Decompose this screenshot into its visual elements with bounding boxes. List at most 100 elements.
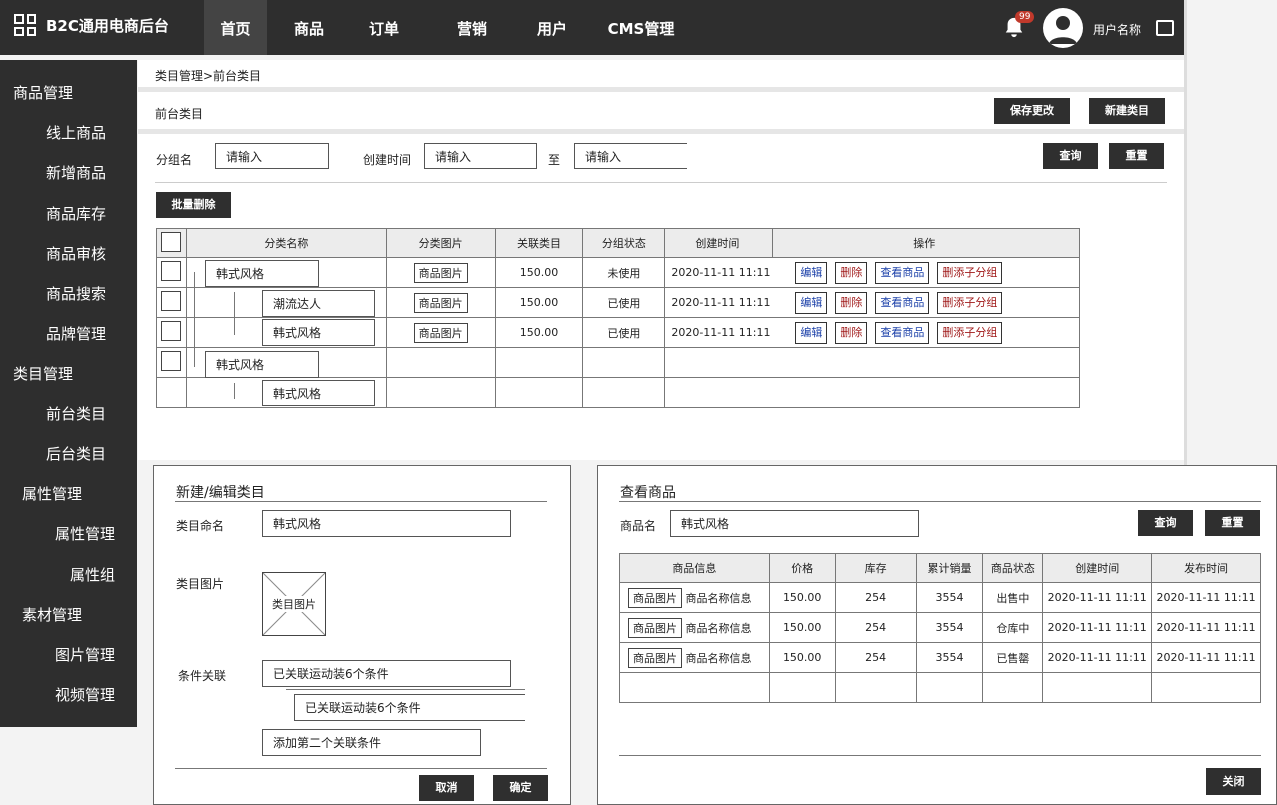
time-to-input[interactable]: 请输入 [574,143,687,169]
nav-orders[interactable]: 订单 [351,0,417,55]
price-cell: 150.00 [768,612,836,643]
delete-button[interactable]: 删除 [835,321,868,344]
top-bar: B2C通用电商后台 首页 商品 订单 营销 用户 CMS管理 99 用户名称 [0,0,1184,55]
logout-icon[interactable] [1156,20,1174,36]
created-time: 2020-11-11 11:11 [671,325,771,339]
table-row[interactable]: 商品图片 商品名称信息 150.00 254 3554 仓库中 2020-11-… [619,612,1261,643]
nav-users[interactable]: 用户 [527,0,577,55]
group-input[interactable]: 请输入 [215,143,329,169]
product-name-input[interactable]: 韩式风格 [670,510,919,537]
sidebar-item-brand[interactable]: 品牌管理 [46,323,106,344]
status-cell: 已售罄 [982,642,1044,673]
table-row [619,672,1261,703]
sidebar-item-stock[interactable]: 商品库存 [46,203,106,224]
nav-products[interactable]: 商品 [267,0,351,55]
condition-field[interactable]: 已关联运动装6个条件 [294,694,525,721]
category-name-field[interactable]: 韩式风格 [262,380,375,406]
nav-marketing[interactable]: 营销 [417,0,527,55]
row-checkbox[interactable] [161,261,182,281]
col-header: 价格 [768,553,836,583]
edit-button[interactable]: 编辑 [795,291,828,314]
edit-button[interactable]: 编辑 [795,261,828,284]
batch-delete-button[interactable]: 批量删除 [156,192,231,218]
group-label: 分组名 [156,153,193,167]
sidebar-item-videos[interactable]: 视频管理 [55,684,115,705]
sidebar-item-attributes[interactable]: 属性管理 [55,523,115,544]
empty-cell [1042,672,1153,703]
query-button[interactable]: 查询 [1138,510,1193,536]
subgroup-button[interactable]: 删添子分组 [937,321,1003,344]
delete-button[interactable]: 删除 [835,261,868,284]
product-image: 商品图片 [413,292,468,313]
sidebar-item-images[interactable]: 图片管理 [55,644,115,665]
sidebar: 商品管理 线上商品 新增商品 商品库存 商品审核 商品搜索 品牌管理 类目管理 … [0,60,137,727]
category-name-field[interactable]: 韩式风格 [262,319,375,346]
confirm-button[interactable]: 确定 [493,775,548,801]
view-products-button[interactable]: 查看商品 [875,291,930,314]
image-placeholder-text: 类目图片 [272,596,316,612]
save-button[interactable]: 保存更改 [994,98,1070,124]
sidebar-group-category[interactable]: 类目管理 [13,363,73,384]
nav-cms[interactable]: CMS管理 [577,0,705,55]
edit-button[interactable]: 编辑 [795,321,828,344]
sidebar-group-products[interactable]: 商品管理 [13,82,73,103]
actions-cell: 2020-11-11 11:11 编辑 删除 查看商品 删添子分组 [664,287,1080,318]
query-button[interactable]: 查询 [1043,143,1098,169]
sidebar-item-attr-group[interactable]: 属性组 [70,564,115,585]
row-checkbox-cell [156,287,187,318]
time-from-input[interactable]: 请输入 [424,143,537,169]
row-checkbox[interactable] [161,351,182,371]
sidebar-item-online[interactable]: 线上商品 [46,122,106,143]
avatar[interactable] [1043,8,1083,48]
product-image: 商品图片 [628,617,682,638]
sidebar-item-review[interactable]: 商品审核 [46,243,106,264]
new-category-button[interactable]: 新建类目 [1089,98,1165,124]
reset-button[interactable]: 重置 [1205,510,1260,536]
row-checkbox[interactable] [161,321,182,341]
notification-badge: 99 [1015,11,1035,23]
empty-cell [664,347,1080,378]
empty-cell [494,377,584,408]
subgroup-button[interactable]: 删添子分组 [937,261,1003,284]
reset-button[interactable]: 重置 [1109,143,1164,169]
product-info: 商品名称信息 [685,621,752,635]
table-row[interactable]: 商品图片 商品名称信息 150.00 254 3554 已售罄 2020-11-… [619,642,1261,673]
sidebar-group-media[interactable]: 素材管理 [22,604,82,625]
sidebar-group-attributes[interactable]: 属性管理 [22,483,82,504]
subgroup-button[interactable]: 删添子分组 [937,291,1003,314]
sidebar-item-front-category[interactable]: 前台类目 [46,403,106,424]
empty-cell [834,672,917,703]
cancel-button[interactable]: 取消 [419,775,474,801]
created-time: 2020-11-11 11:11 [671,295,771,309]
category-name-field[interactable]: 韩式风格 [205,260,319,287]
view-products-button[interactable]: 查看商品 [875,261,930,284]
logo[interactable]: B2C通用电商后台 [14,14,169,36]
product-info-cell: 商品图片 商品名称信息 [619,582,770,613]
add-condition-field[interactable]: 添加第二个关联条件 [262,729,481,756]
table-row[interactable]: 商品图片 商品名称信息 150.00 254 3554 出售中 2020-11-… [619,582,1261,613]
divider [138,129,1184,134]
row-checkbox[interactable] [161,291,182,311]
name-label: 类目命名 [176,519,225,533]
nav-home[interactable]: 首页 [204,0,267,55]
divider [155,182,1167,183]
close-button[interactable]: 关闭 [1206,768,1261,795]
delete-button[interactable]: 删除 [835,291,868,314]
price-cell: 150.00 [768,582,836,613]
app-title: B2C通用电商后台 [46,16,169,35]
view-products-button[interactable]: 查看商品 [875,321,930,344]
sidebar-item-search[interactable]: 商品搜索 [46,283,106,304]
empty-cell [619,672,770,703]
condition-field[interactable]: 已关联运动装6个条件 [262,660,511,687]
category-name-input[interactable]: 韩式风格 [262,510,511,537]
category-name-field[interactable]: 韩式风格 [205,351,319,378]
category-image-upload[interactable]: 类目图片 [262,572,326,636]
username[interactable]: 用户名称 [1093,21,1141,38]
sidebar-item-add[interactable]: 新增商品 [46,162,106,183]
sidebar-item-back-category[interactable]: 后台类目 [46,443,106,464]
col-header: 商品信息 [619,553,770,583]
publish-time-cell: 2020-11-11 11:11 [1151,612,1261,643]
time-label: 创建时间 [363,153,412,167]
category-name-field[interactable]: 潮流达人 [262,290,375,317]
select-all-checkbox[interactable] [161,231,182,252]
